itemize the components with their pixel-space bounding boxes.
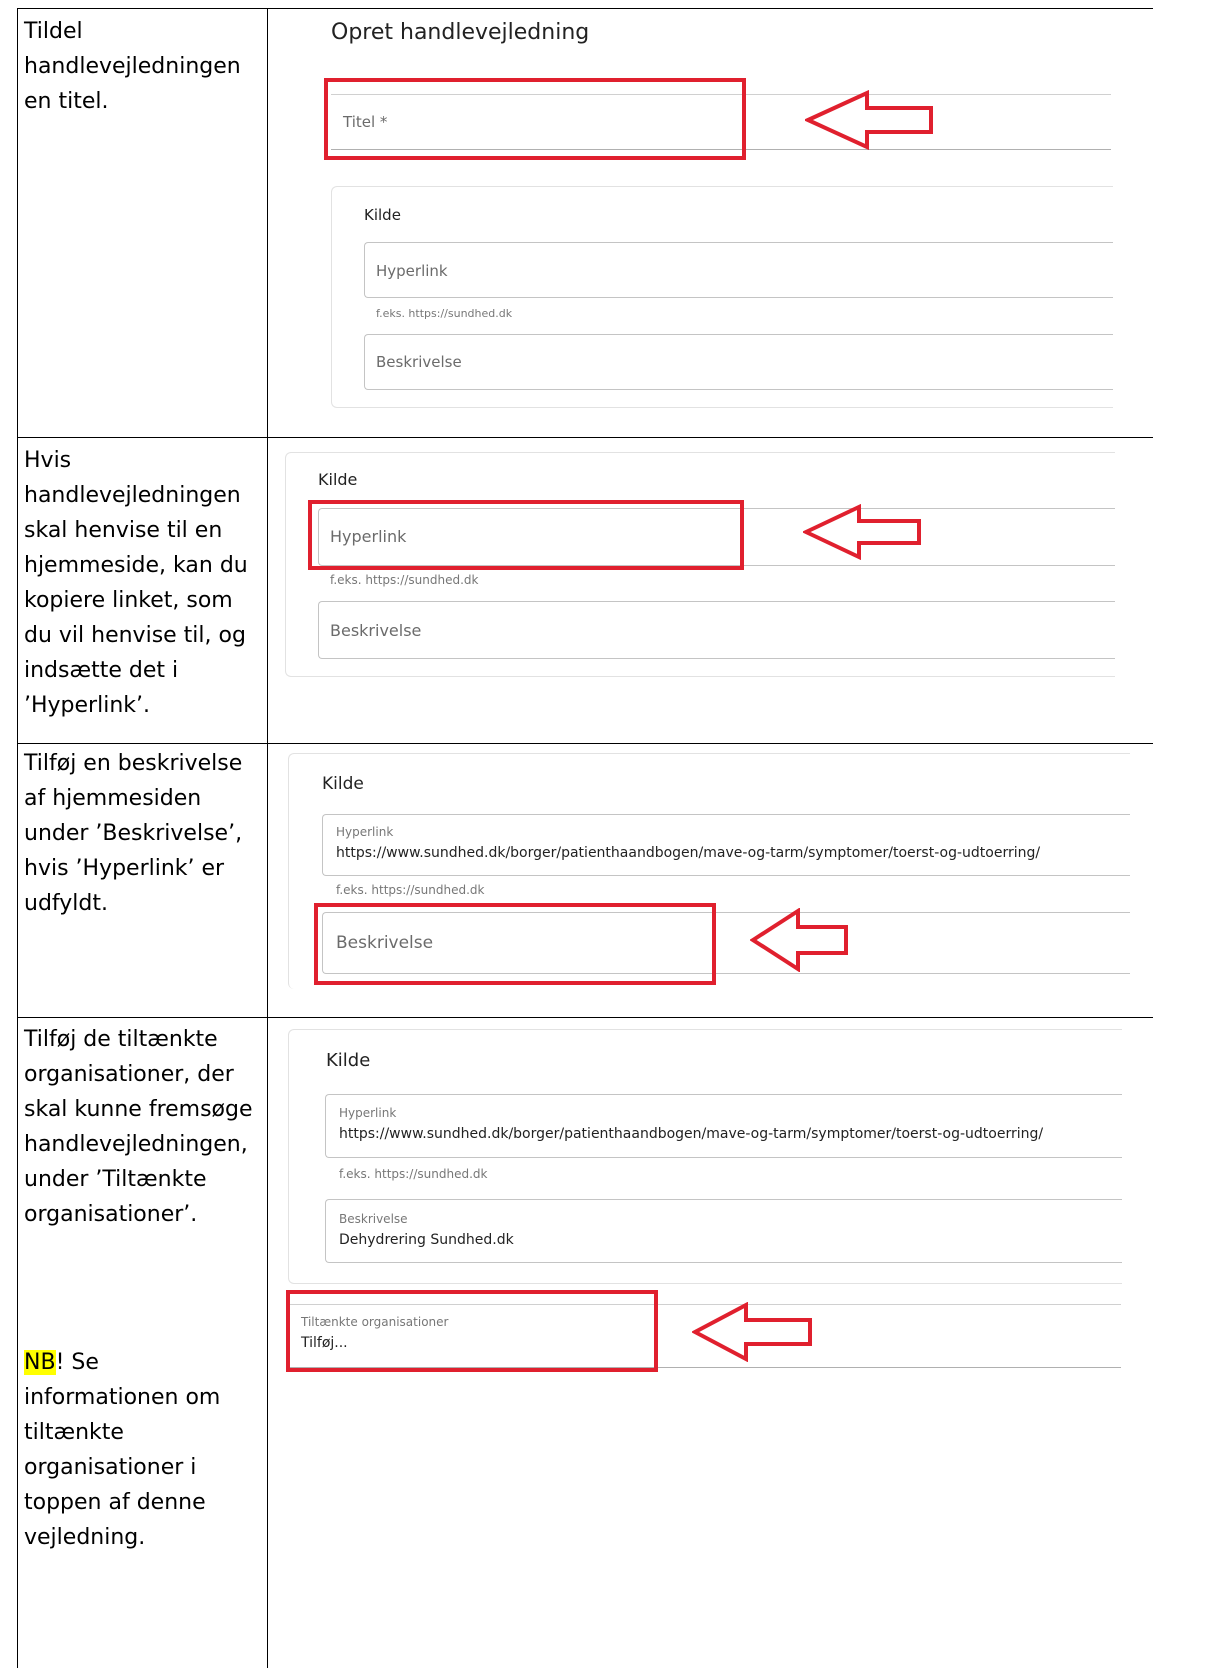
description-label: Beskrivelse	[330, 621, 422, 640]
table-border-row3	[17, 1017, 1153, 1018]
hyperlink-hint: f.eks. https://sundhed.dk	[336, 883, 485, 897]
left-arrow-icon	[805, 90, 933, 150]
description-input[interactable]	[325, 1199, 1122, 1263]
left-arrow-icon	[750, 908, 848, 972]
description-value[interactable]: Dehydrering Sundhed.dk	[339, 1232, 514, 1248]
description-input[interactable]	[364, 334, 1113, 390]
instruction-organisations: Tilføj de tiltænkte organisationer, der …	[24, 1027, 253, 1227]
source-heading: Kilde	[326, 1050, 371, 1071]
table-border-middle	[267, 8, 268, 1668]
hyperlink-input[interactable]	[364, 242, 1113, 298]
instruction-note: NB! Se informationen om tiltænkte organi…	[24, 1345, 260, 1555]
table-border-top	[17, 8, 1153, 9]
note-highlight: NB	[24, 1350, 56, 1375]
hyperlink-label: Hyperlink	[339, 1106, 397, 1120]
source-heading: Kilde	[322, 774, 364, 794]
form-title: Opret handlevejledning	[331, 20, 590, 45]
table-border-row2	[17, 743, 1153, 744]
description-label: Beskrivelse	[339, 1212, 408, 1226]
hyperlink-value[interactable]: https://www.sundhed.dk/borger/patienthaa…	[339, 1126, 1043, 1142]
instruction-hyperlink: Hvis handlevejledningen skal henvise til…	[24, 448, 248, 718]
hyperlink-hint: f.eks. https://sundhed.dk	[376, 307, 513, 320]
hyperlink-label: Hyperlink	[376, 262, 448, 280]
note-text: ! Se informationen om tiltænkte organisa…	[24, 1350, 221, 1550]
table-border-row1	[17, 437, 1153, 438]
source-heading: Kilde	[318, 470, 358, 489]
left-arrow-icon	[692, 1302, 812, 1362]
hyperlink-hint: f.eks. https://sundhed.dk	[339, 1167, 488, 1181]
hyperlink-hint: f.eks. https://sundhed.dk	[330, 573, 479, 587]
hyperlink-label: Hyperlink	[336, 825, 394, 839]
highlight-box-organisations	[286, 1290, 658, 1372]
highlight-box-hyperlink	[308, 500, 744, 570]
source-heading: Kilde	[364, 206, 401, 224]
highlight-box-description	[314, 903, 716, 985]
highlight-box-title	[324, 78, 746, 160]
description-label: Beskrivelse	[376, 353, 462, 371]
left-arrow-icon	[803, 504, 921, 560]
instruction-description: Tilføj en beskrivelse af hjemmesiden und…	[24, 751, 243, 916]
instruction-title: Tildel handlevejledningen en titel.	[24, 19, 241, 114]
hyperlink-value[interactable]: https://www.sundhed.dk/borger/patienthaa…	[336, 845, 1040, 861]
description-input[interactable]	[318, 601, 1115, 659]
table-border-left	[17, 8, 18, 1668]
